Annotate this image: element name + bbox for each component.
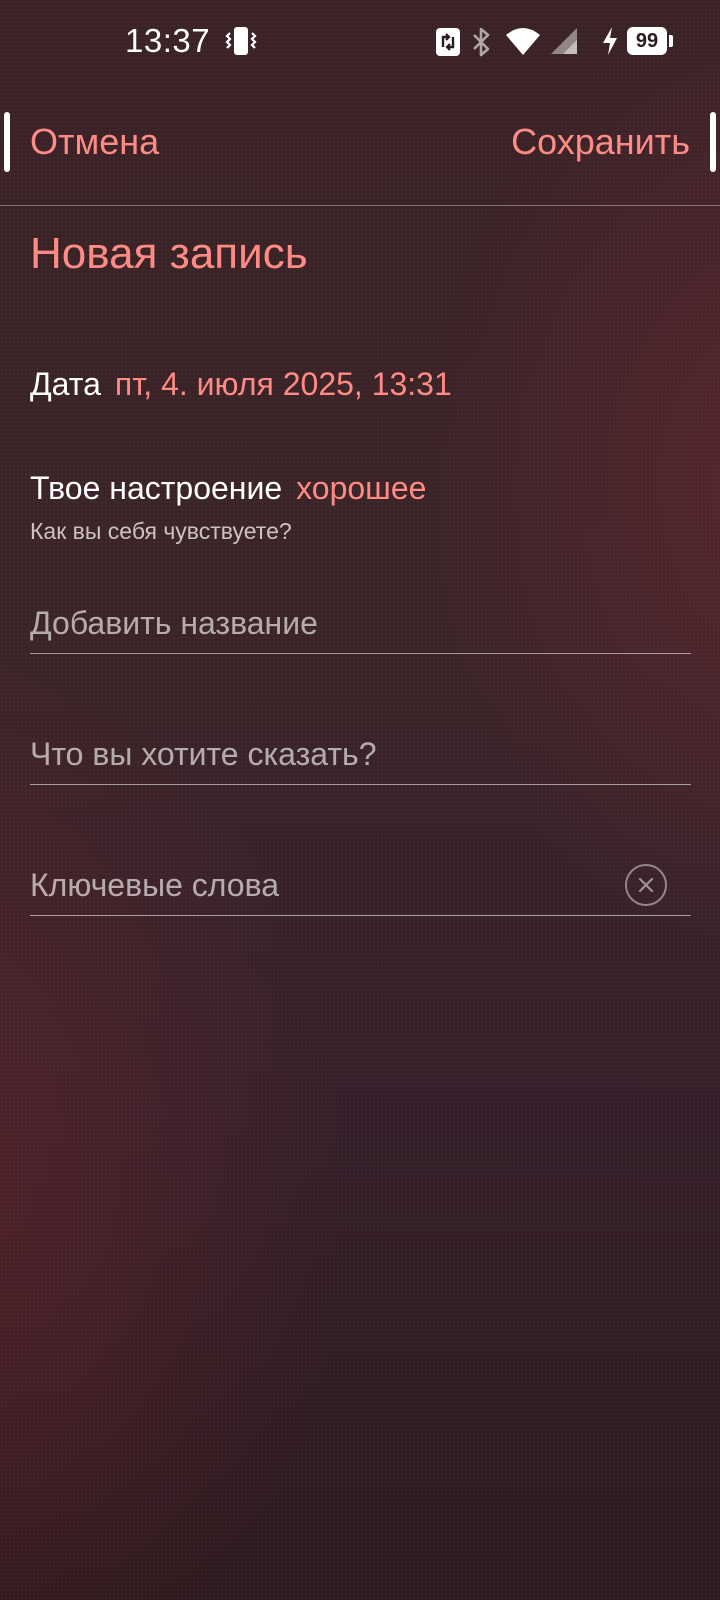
header-divider [0, 205, 720, 206]
edge-handle-left [4, 112, 10, 172]
battery-icon: 99 [627, 27, 673, 55]
nfc-icon [436, 28, 460, 56]
keywords-input[interactable] [30, 855, 630, 915]
edge-handle-right [710, 112, 716, 172]
date-value[interactable]: пт, 4. июля 2025, 13:31 [115, 366, 452, 402]
text-input[interactable] [30, 724, 630, 784]
date-row[interactable]: Дата пт, 4. июля 2025, 13:31 [30, 362, 452, 406]
clear-circle-icon [638, 877, 654, 893]
vibrate-icon [225, 27, 257, 55]
text-field [30, 724, 691, 785]
keywords-field [30, 855, 691, 916]
status-bar: 13:37 99 [0, 0, 720, 84]
title-input[interactable] [30, 593, 630, 653]
clear-keywords-button[interactable] [625, 864, 667, 906]
charging-icon [603, 27, 617, 55]
mood-label: Твое настроение [30, 470, 283, 506]
bluetooth-icon [473, 27, 490, 57]
save-button[interactable]: Сохранить [511, 120, 690, 164]
status-time: 13:37 [125, 22, 211, 59]
title-field [30, 593, 691, 654]
wifi-icon [506, 28, 540, 55]
mood-hint: Как вы себя чувствуете? [30, 518, 292, 544]
signal-icon [551, 28, 577, 54]
page-title: Новая запись [30, 229, 308, 278]
date-label: Дата [30, 366, 101, 402]
mood-row[interactable]: Твое настроение хорошее [30, 466, 426, 510]
mood-value[interactable]: хорошее [296, 470, 426, 506]
battery-level: 99 [627, 27, 667, 55]
cancel-button[interactable]: Отмена [30, 120, 159, 164]
